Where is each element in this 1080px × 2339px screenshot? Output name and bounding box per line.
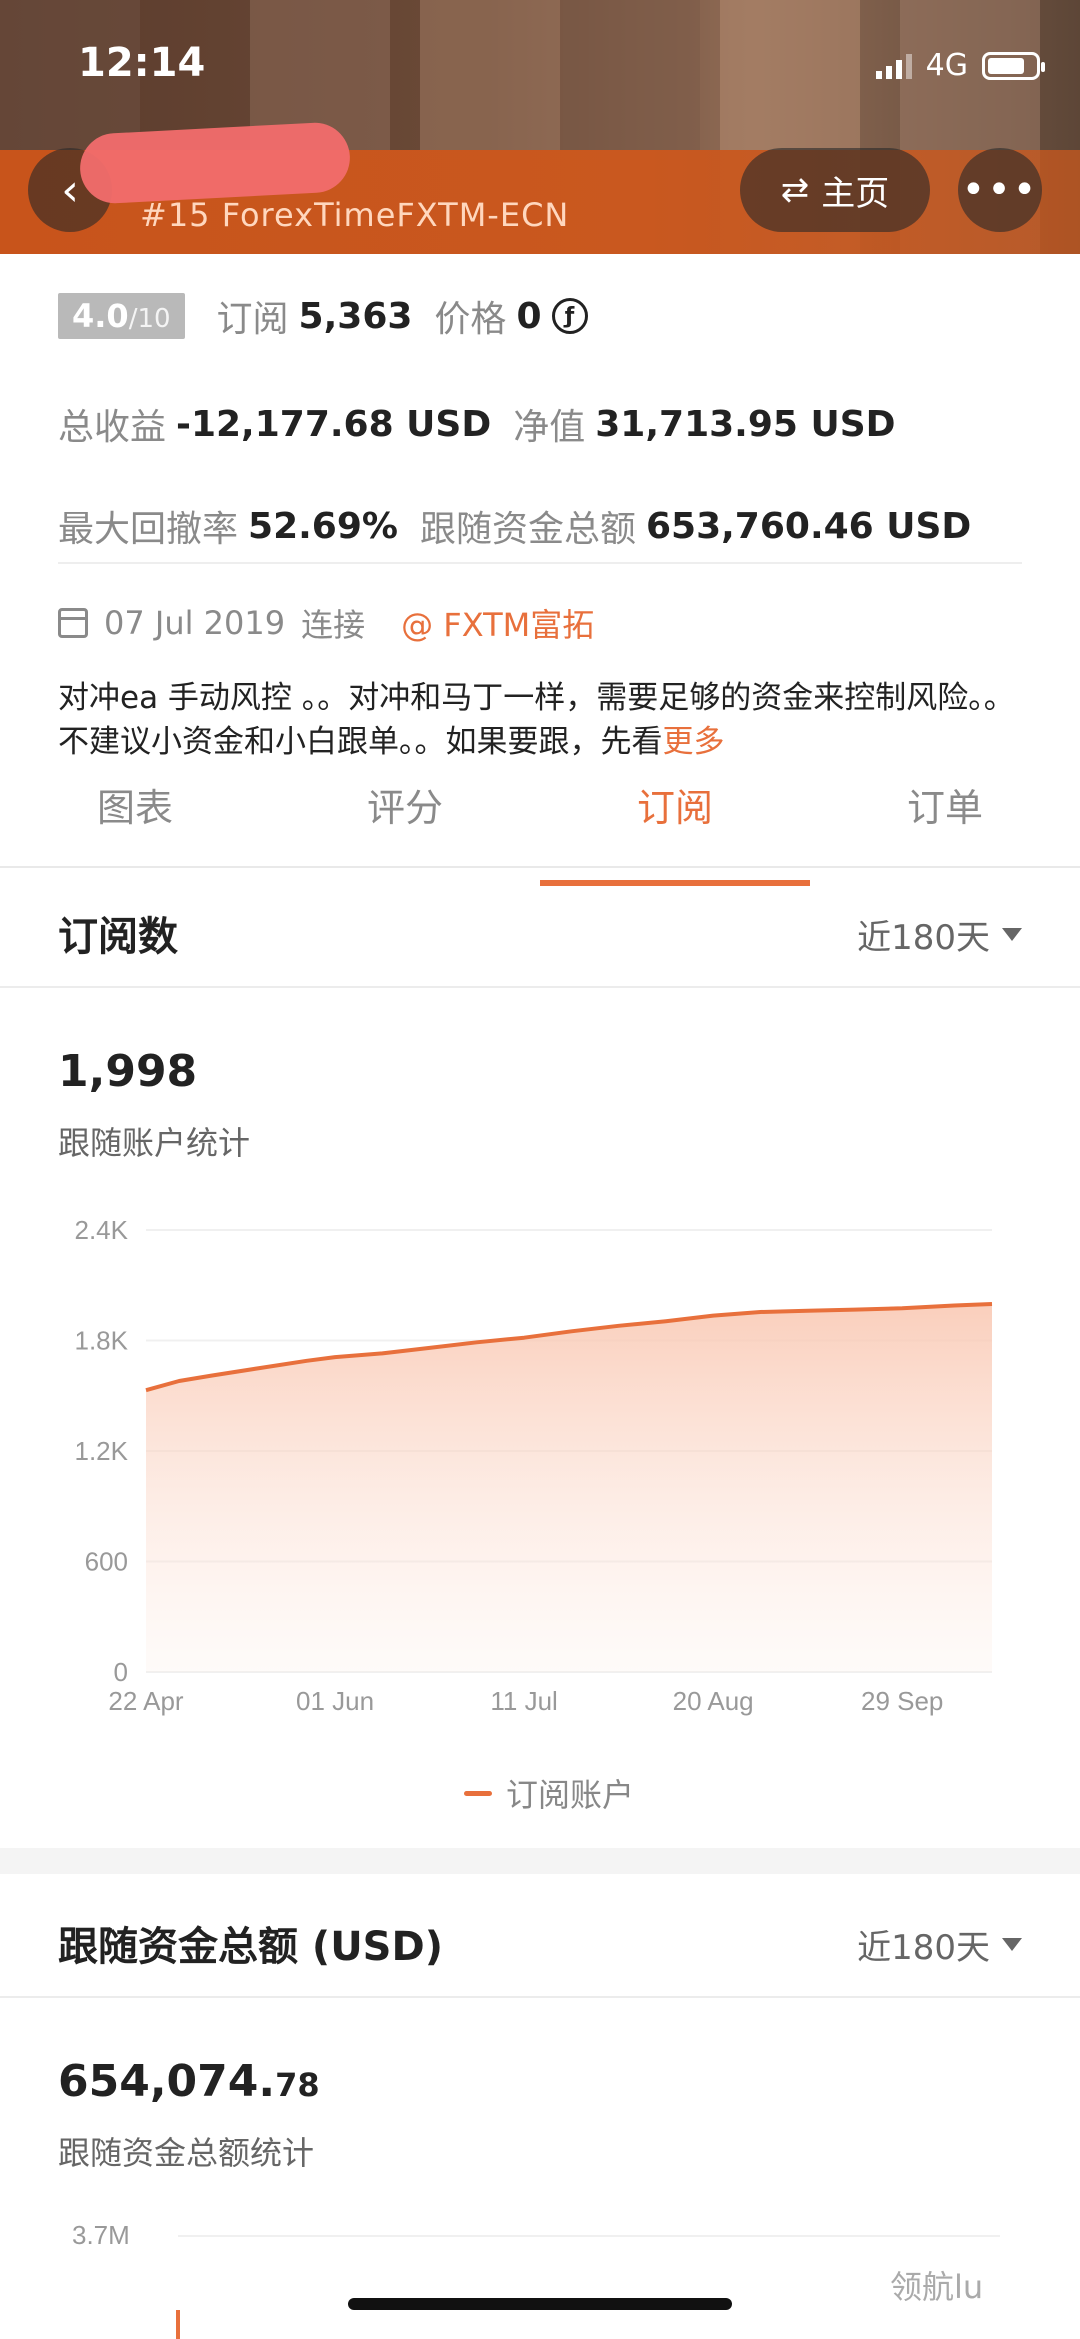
strategy-description: 对冲ea 手动风控 。。对冲和马丁一样，需要足够的资金来控制风险。。不建议小资金… [58, 680, 1015, 760]
signal-icon [875, 53, 912, 79]
more-icon: ••• [961, 167, 1039, 213]
tab-chart[interactable]: 图表 [0, 770, 270, 866]
x-tick-label: 22 Apr [108, 1686, 184, 1716]
x-tick-label: 01 Jun [296, 1686, 374, 1716]
watermark: 领航lu [890, 2268, 984, 2306]
y-tick-label: 1.8K [75, 1326, 129, 1356]
tab-bar: 图表 评分 订阅 订单 [0, 770, 1080, 886]
more-button[interactable]: ••• [958, 148, 1042, 232]
equity-label: 净值 [513, 407, 586, 448]
connect-status: 连接 [301, 606, 366, 644]
status-time: 12:14 [78, 40, 206, 86]
chevron-left-icon: ‹ [61, 164, 79, 216]
home-button[interactable]: ⇄ 主页 [740, 148, 930, 232]
more-link[interactable]: 更多 [663, 724, 725, 760]
x-tick-label: 29 Sep [861, 1686, 943, 1716]
subs-total: 1,998 [58, 1046, 198, 1097]
home-indicator[interactable] [348, 2298, 732, 2310]
connect-date: 07 Jul 2019 [104, 604, 286, 642]
home-label: 主页 [821, 173, 890, 214]
account-name: #15 ForexTimeFXTM-ECN [140, 196, 570, 234]
fund-total: 654,074.78 [58, 2056, 320, 2107]
fund-ytick: 3.7M [72, 2220, 130, 2250]
caret-down-icon [1002, 1938, 1022, 1951]
tab-orders[interactable]: 订单 [810, 770, 1080, 866]
drawdown-value: 52.69% [248, 505, 398, 547]
total-profit-label: 总收益 [58, 407, 167, 448]
subscribe-value: 5,363 [298, 295, 413, 337]
follow-fund-value: 653,760.46 USD [645, 505, 972, 547]
subscription-chart: 0 600 1.2K 1.8K 2.4K 22 Apr 01 Jun 11 Jul 20 Au… [75, 1215, 993, 1716]
equity-value: 31,713.95 USD [595, 403, 896, 445]
redacted-name [78, 120, 352, 206]
caret-down-icon [1002, 928, 1022, 941]
calendar-icon [58, 608, 88, 638]
fund-sub-label: 跟随资金总额统计 [58, 2134, 315, 2172]
follow-fund-label: 跟随资金总额 [419, 509, 636, 550]
fund-title: 跟随资金总额 (USD) [58, 1924, 443, 1970]
y-tick-label: 600 [85, 1547, 128, 1577]
tab-subscribe[interactable]: 订阅 [540, 770, 810, 886]
subs-section-header: 订阅数 近180天 [0, 868, 1080, 988]
status-indicators: 4G [875, 48, 1045, 83]
connection-row: 07 Jul 2019 连接 @ FXTM富拓 [58, 600, 594, 646]
coin-icon: ƒ [551, 298, 588, 334]
fund-period-select[interactable]: 近180天 [857, 1920, 1022, 1969]
x-tick-label: 20 Aug [673, 1686, 754, 1716]
account-stats: 4.0/10 订阅 5,363 价格 0 ƒ 总收益 -12,177.68 US… [58, 290, 1022, 586]
section-gap [0, 1848, 1080, 1874]
legend-swatch [464, 1790, 492, 1796]
profile-header: 12:14 4G ‹ #15 ForexTimeFXTM-ECN ⇄ 主页 ••… [0, 0, 1080, 254]
price-label: 价格 [434, 299, 507, 340]
subs-sub-label: 跟随账户统计 [58, 1124, 251, 1162]
y-tick-label: 0 [114, 1657, 128, 1687]
subscribe-label: 订阅 [216, 299, 289, 340]
battery-icon [982, 51, 1045, 80]
series-area [146, 1304, 992, 1672]
divider [58, 562, 1022, 564]
legend-label: 订阅账户 [506, 1776, 635, 1814]
y-tick-label: 1.2K [75, 1436, 129, 1466]
total-profit-value: -12,177.68 USD [176, 403, 492, 445]
broker-link[interactable]: @ FXTM富拓 [401, 600, 594, 646]
chart-legend: 订阅账户 [464, 1770, 634, 1816]
switch-icon: ⇄ [780, 170, 810, 210]
fund-section-header: 跟随资金总额 (USD) 近180天 [0, 1878, 1080, 1998]
rating-badge: 4.0/10 [58, 293, 185, 339]
price-value: 0 [516, 295, 542, 337]
x-tick-label: 11 Jul [490, 1686, 557, 1716]
subs-title: 订阅数 [58, 914, 178, 960]
y-tick-label: 2.4K [75, 1215, 129, 1245]
tab-rating[interactable]: 评分 [270, 770, 540, 866]
drawdown-label: 最大回撤率 [58, 509, 239, 550]
subs-period-select[interactable]: 近180天 [857, 910, 1022, 959]
network-label: 4G [925, 48, 968, 83]
